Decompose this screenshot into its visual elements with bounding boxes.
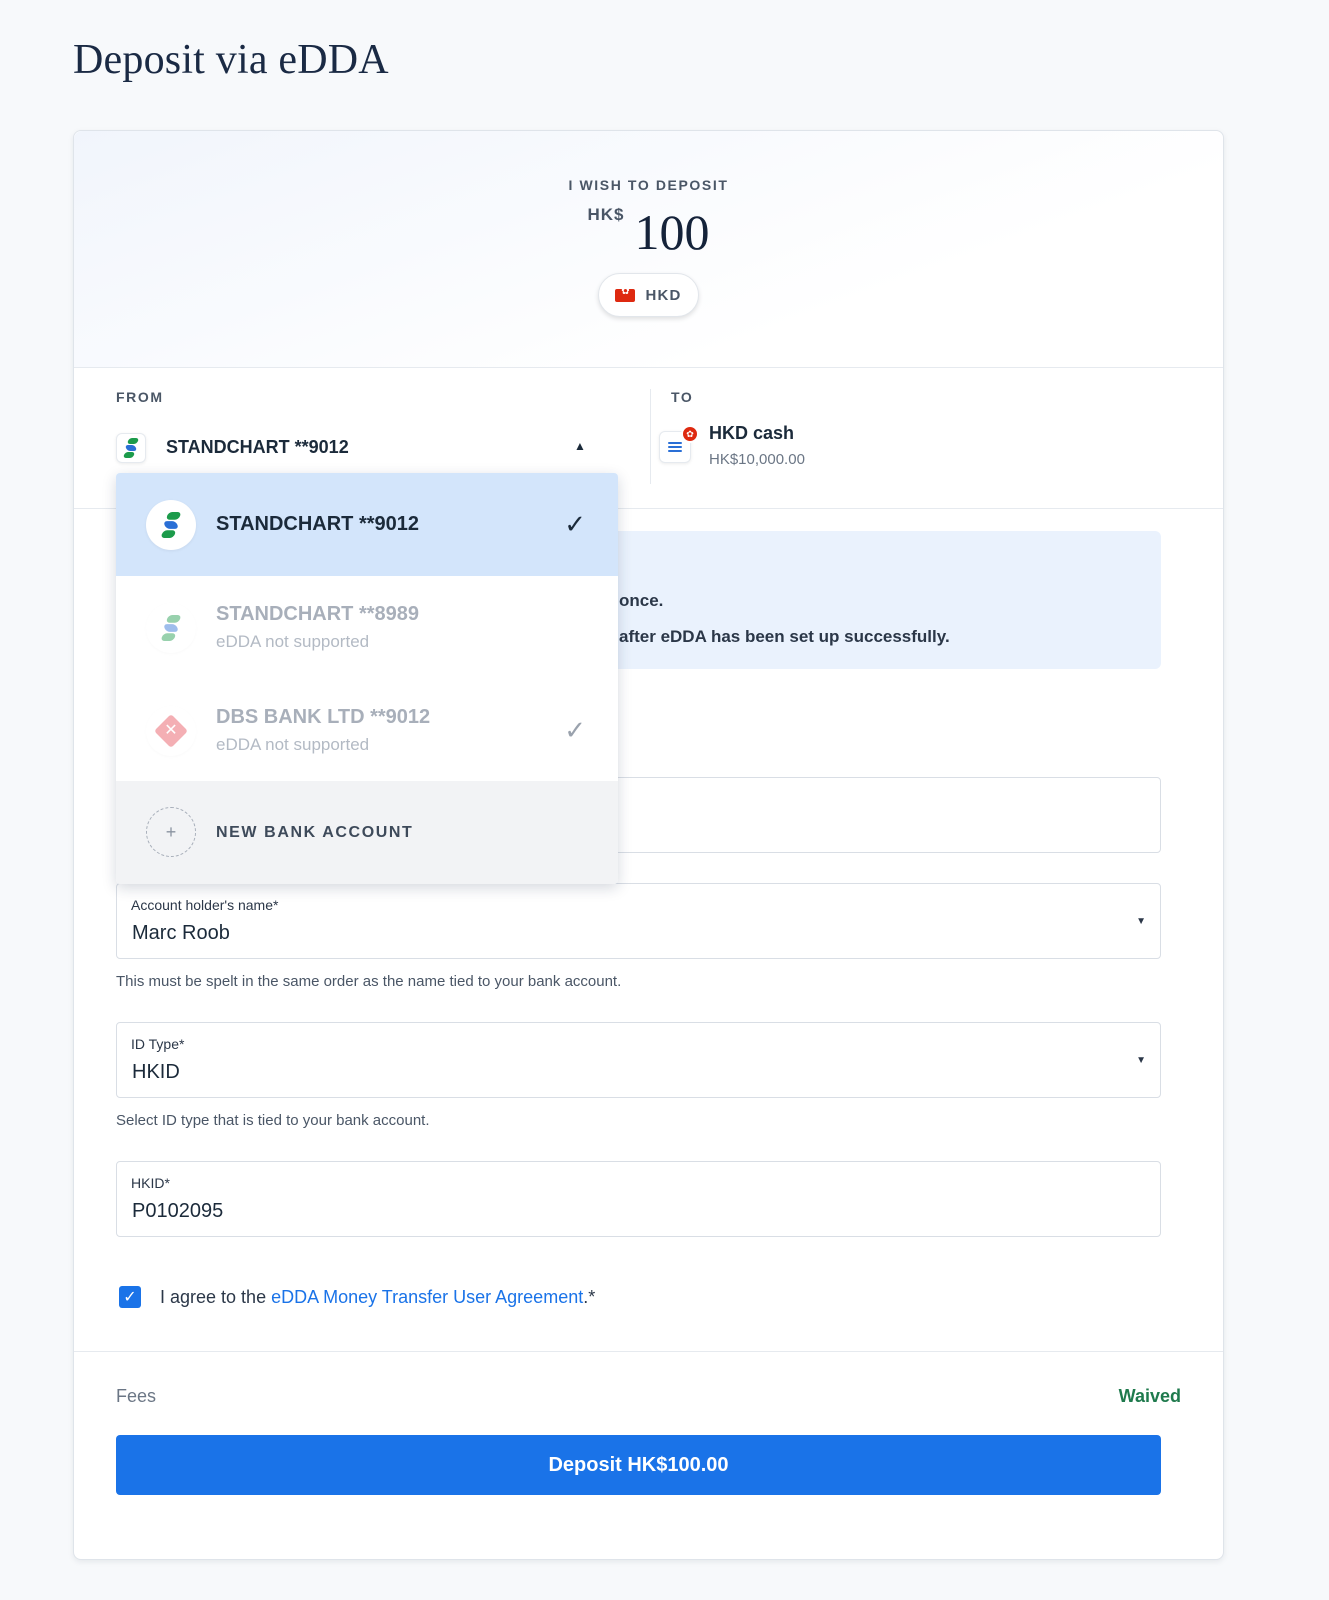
dbs-logo-icon — [146, 706, 196, 756]
deposit-card: I WISH TO DEPOSIT HK$ 100 HKD FROM STANDC… — [73, 130, 1224, 1560]
deposit-amount-section: I WISH TO DEPOSIT HK$ 100 HKD — [74, 131, 1223, 368]
id-type-select[interactable]: ID Type* HKID ▼ — [116, 1022, 1161, 1098]
agreement-link[interactable]: eDDA Money Transfer User Agreement — [271, 1287, 583, 1307]
dropdown-option[interactable]: STANDCHART **9012 ✓ — [116, 473, 618, 576]
to-account-title: HKD cash — [709, 423, 795, 443]
from-label: FROM — [116, 389, 164, 405]
bank-account-dropdown: STANDCHART **9012 ✓ STANDCHART **8989 eD… — [116, 473, 618, 884]
standard-chartered-logo-icon — [146, 603, 196, 653]
currency-code: HKD — [645, 286, 682, 304]
fees-value: Waived — [1118, 1386, 1181, 1406]
to-label: TO — [671, 389, 694, 405]
plus-icon: + — [146, 807, 196, 857]
id-type-helper: Select ID type that is tied to your bank… — [116, 1112, 430, 1129]
deposit-button[interactable]: Deposit HK$100.00 — [116, 1435, 1161, 1495]
field-label: Account holder's name* — [131, 897, 279, 913]
fees-label: Fees — [116, 1386, 157, 1406]
agreement-prefix: I agree to the — [160, 1286, 272, 1307]
chevron-down-icon[interactable]: ▼ — [1136, 916, 1146, 927]
deposit-label: I WISH TO DEPOSIT — [568, 177, 729, 193]
field-value: Marc Roob — [132, 922, 230, 944]
standard-chartered-logo-icon — [116, 433, 146, 463]
chevron-down-icon[interactable]: ▼ — [1136, 1055, 1146, 1066]
option-title: DBS BANK LTD **9012 — [216, 706, 431, 728]
option-subtitle: eDDA not supported — [216, 735, 370, 754]
option-subtitle: eDDA not supported — [216, 632, 370, 651]
option-title: STANDCHART **8989 — [216, 603, 420, 625]
agreement-suffix: .* — [583, 1286, 596, 1307]
from-account-select[interactable]: STANDCHART **9012 — [166, 437, 349, 458]
standard-chartered-logo-icon — [146, 500, 196, 550]
field-label: HKID* — [131, 1175, 170, 1191]
currency-symbol: HK$ — [587, 205, 625, 224]
field-label: ID Type* — [131, 1036, 185, 1052]
dropdown-option[interactable]: STANDCHART **8989 eDDA not supported — [116, 576, 618, 679]
currency-selector-button[interactable]: HKD — [598, 273, 699, 317]
agreement-checkbox[interactable]: ✓ — [119, 1286, 141, 1308]
divider — [650, 389, 651, 484]
info-text-line: after eDDA has been set up successfully. — [619, 627, 950, 646]
check-icon: ✓ — [564, 509, 586, 539]
agreement-row: ✓ I agree to the eDDA Money Transfer Use… — [119, 1284, 595, 1310]
to-account-balance: HK$10,000.00 — [709, 451, 805, 468]
divider — [74, 1351, 1223, 1352]
hkid-input[interactable]: HKID* P0102095 — [116, 1161, 1161, 1237]
page-title: Deposit via eDDA — [73, 37, 389, 83]
hong-kong-flag-icon: ✿ — [681, 425, 699, 443]
option-title: STANDCHART **9012 — [216, 513, 420, 535]
new-bank-account-option[interactable]: + NEW BANK ACCOUNT — [116, 781, 618, 884]
field-value[interactable]: P0102095 — [132, 1200, 223, 1223]
dropdown-option[interactable]: DBS BANK LTD **9012 eDDA not supported ✓ — [116, 679, 618, 782]
hong-kong-flag-icon — [615, 286, 636, 302]
field-value: HKID — [132, 1061, 180, 1083]
account-holder-name-select[interactable]: Account holder's name* Marc Roob ▼ — [116, 883, 1161, 959]
info-text-line: once. — [619, 591, 664, 610]
amount-display[interactable]: HK$ 100 — [74, 203, 1223, 261]
caret-up-icon[interactable]: ▲ — [574, 439, 586, 453]
holder-name-helper: This must be spelt in the same order as … — [116, 973, 622, 990]
new-bank-account-label: NEW BANK ACCOUNT — [216, 824, 414, 841]
check-icon: ✓ — [564, 715, 586, 745]
agreement-text: I agree to the eDDA Money Transfer User … — [160, 1287, 595, 1308]
amount-value[interactable]: 100 — [635, 203, 710, 261]
